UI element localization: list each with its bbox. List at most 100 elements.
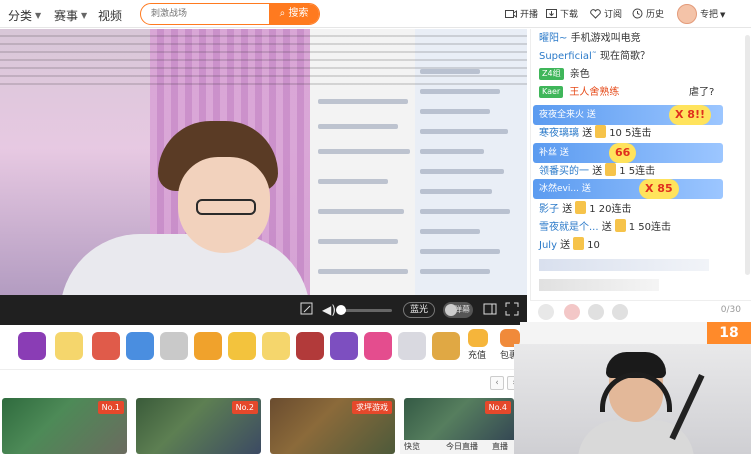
edit-danmu-icon[interactable] <box>300 302 314 316</box>
chevron-down-icon: ▼ <box>81 11 88 20</box>
gift-item[interactable] <box>18 332 46 360</box>
recharge-label[interactable]: 充值 <box>468 348 486 361</box>
gift-item[interactable] <box>296 332 324 360</box>
gift-message: 领番买的一 送 1 5连击 <box>539 163 655 179</box>
bottom-toolbar: 快览 今日直播 直播 <box>400 440 514 454</box>
prev-arrow[interactable]: ‹ <box>490 376 504 390</box>
user-avatar[interactable] <box>677 4 697 24</box>
gift-username[interactable]: 领番买的一 <box>539 166 589 177</box>
gift-username[interactable]: 寒夜璃璃 <box>539 128 579 139</box>
history-link[interactable]: 历史 <box>632 7 664 20</box>
broadcast-label: 开播 <box>520 10 539 20</box>
gift-icon <box>614 219 626 232</box>
gift-item[interactable] <box>398 332 426 360</box>
quick-view-link[interactable]: 快览 <box>404 441 420 452</box>
gift-streak: 50连击 <box>638 222 672 233</box>
recommend-thumb[interactable]: 求坪游戏 <box>270 398 395 454</box>
gift-count: 1 <box>589 204 596 215</box>
gift-verb: 送 <box>601 222 612 233</box>
gift-username[interactable]: 雪夜就是个... <box>539 222 599 233</box>
blurred-message <box>539 259 709 271</box>
gift-username[interactable]: 夜夜全来火 <box>539 110 584 120</box>
volume-knob[interactable] <box>336 305 346 315</box>
webcam-overlay <box>514 344 751 454</box>
chat-username[interactable]: Superficial˜ <box>539 51 597 62</box>
user-menu[interactable]: 专把 ▼ <box>700 7 725 20</box>
download-icon <box>546 9 557 18</box>
gift-item[interactable] <box>55 332 83 360</box>
chat-username[interactable]: 王人舍熟练 <box>569 87 619 98</box>
widescreen-icon[interactable] <box>483 302 497 316</box>
gift-username[interactable]: 影子 <box>539 204 559 215</box>
gift-item[interactable] <box>92 332 120 360</box>
chat-message: 虐了? <box>689 85 714 101</box>
danmu-toggle[interactable]: 弹幕 <box>443 302 473 318</box>
broadcast-link[interactable]: 开播 <box>505 7 538 20</box>
send-button[interactable]: 18 <box>707 322 751 344</box>
heart-icon <box>590 9 601 19</box>
today-live-link[interactable]: 今日直播 <box>446 441 478 452</box>
badge-icon[interactable] <box>538 304 554 320</box>
user-name: 专把 <box>700 10 719 20</box>
gift-item[interactable] <box>194 332 222 360</box>
gift-username[interactable]: 补丝 <box>539 148 557 158</box>
search-input[interactable] <box>141 4 271 24</box>
gift-message: 雪夜就是个... 送 1 50连击 <box>539 219 671 235</box>
gift-verb: 送 <box>562 204 573 215</box>
recharge-icon[interactable] <box>468 329 488 347</box>
game-chat-line <box>318 99 408 104</box>
gift-item[interactable] <box>262 332 290 360</box>
emoji-icon[interactable] <box>564 304 580 320</box>
fullscreen-icon[interactable] <box>505 302 519 316</box>
stream-video[interactable] <box>0 29 527 295</box>
gift-message: 影子 送 1 20连击 <box>539 201 631 217</box>
video-player[interactable]: ◀) 蓝光 弹幕 <box>0 29 527 325</box>
quality-button[interactable]: 蓝光 <box>403 302 435 318</box>
gift-item[interactable] <box>330 332 358 360</box>
recommend-thumb[interactable]: No.2 <box>136 398 261 454</box>
clock-icon <box>632 8 643 19</box>
gift-icon <box>605 163 617 176</box>
subscribe-link[interactable]: 订阅 <box>590 7 622 20</box>
gift-item[interactable] <box>160 332 188 360</box>
gift-item[interactable] <box>364 332 392 360</box>
player-controls: ◀) 蓝光 弹幕 <box>0 295 527 325</box>
nav-category[interactable]: 分类 ▼ <box>8 7 41 24</box>
gift-count: 1 <box>619 166 626 177</box>
more-live-link[interactable]: 直播 <box>492 441 508 452</box>
recommend-thumb[interactable]: No.1 <box>2 398 127 454</box>
game-chat-line <box>420 89 500 94</box>
camera-icon <box>505 10 517 18</box>
gift-item[interactable] <box>228 332 256 360</box>
nav-events[interactable]: 赛事 ▼ <box>54 7 87 24</box>
gift-verb: 送 <box>559 148 569 158</box>
combo-badge: X 8!! <box>669 105 711 125</box>
volume-icon[interactable]: ◀) <box>322 303 336 317</box>
chat-input[interactable]: 18 <box>520 322 751 344</box>
gift-item[interactable] <box>432 332 460 360</box>
font-icon[interactable] <box>612 304 628 320</box>
nav-video[interactable]: 视频 <box>98 7 122 24</box>
download-link[interactable]: 下载 <box>546 7 578 20</box>
gift-username[interactable]: July <box>539 240 557 251</box>
search-button-label: 搜索 <box>288 8 309 19</box>
download-label: 下载 <box>560 10 579 20</box>
gift-icon <box>575 201 587 214</box>
gift-streak: 5连击 <box>628 166 656 177</box>
gift-item[interactable] <box>126 332 154 360</box>
gift-verb: 送 <box>592 166 603 177</box>
volume-slider[interactable] <box>340 309 392 312</box>
combo-badge: X 85 <box>639 179 679 199</box>
game-chat-line <box>420 129 508 134</box>
rank-badge: No.4 <box>484 401 511 414</box>
glasses <box>196 199 256 215</box>
search-button[interactable]: ⌕ 搜索 <box>269 4 319 24</box>
game-chat-line <box>420 209 510 214</box>
gift-username[interactable]: 冰然evi... <box>539 184 579 194</box>
chat-scrollbar[interactable] <box>745 35 750 275</box>
game-chat-line <box>318 269 408 274</box>
game-chat-line <box>420 249 500 254</box>
gift-shortcut-icon[interactable] <box>588 304 604 320</box>
history-label: 历史 <box>646 10 665 20</box>
chat-username[interactable]: 曜阳~ <box>539 33 567 44</box>
